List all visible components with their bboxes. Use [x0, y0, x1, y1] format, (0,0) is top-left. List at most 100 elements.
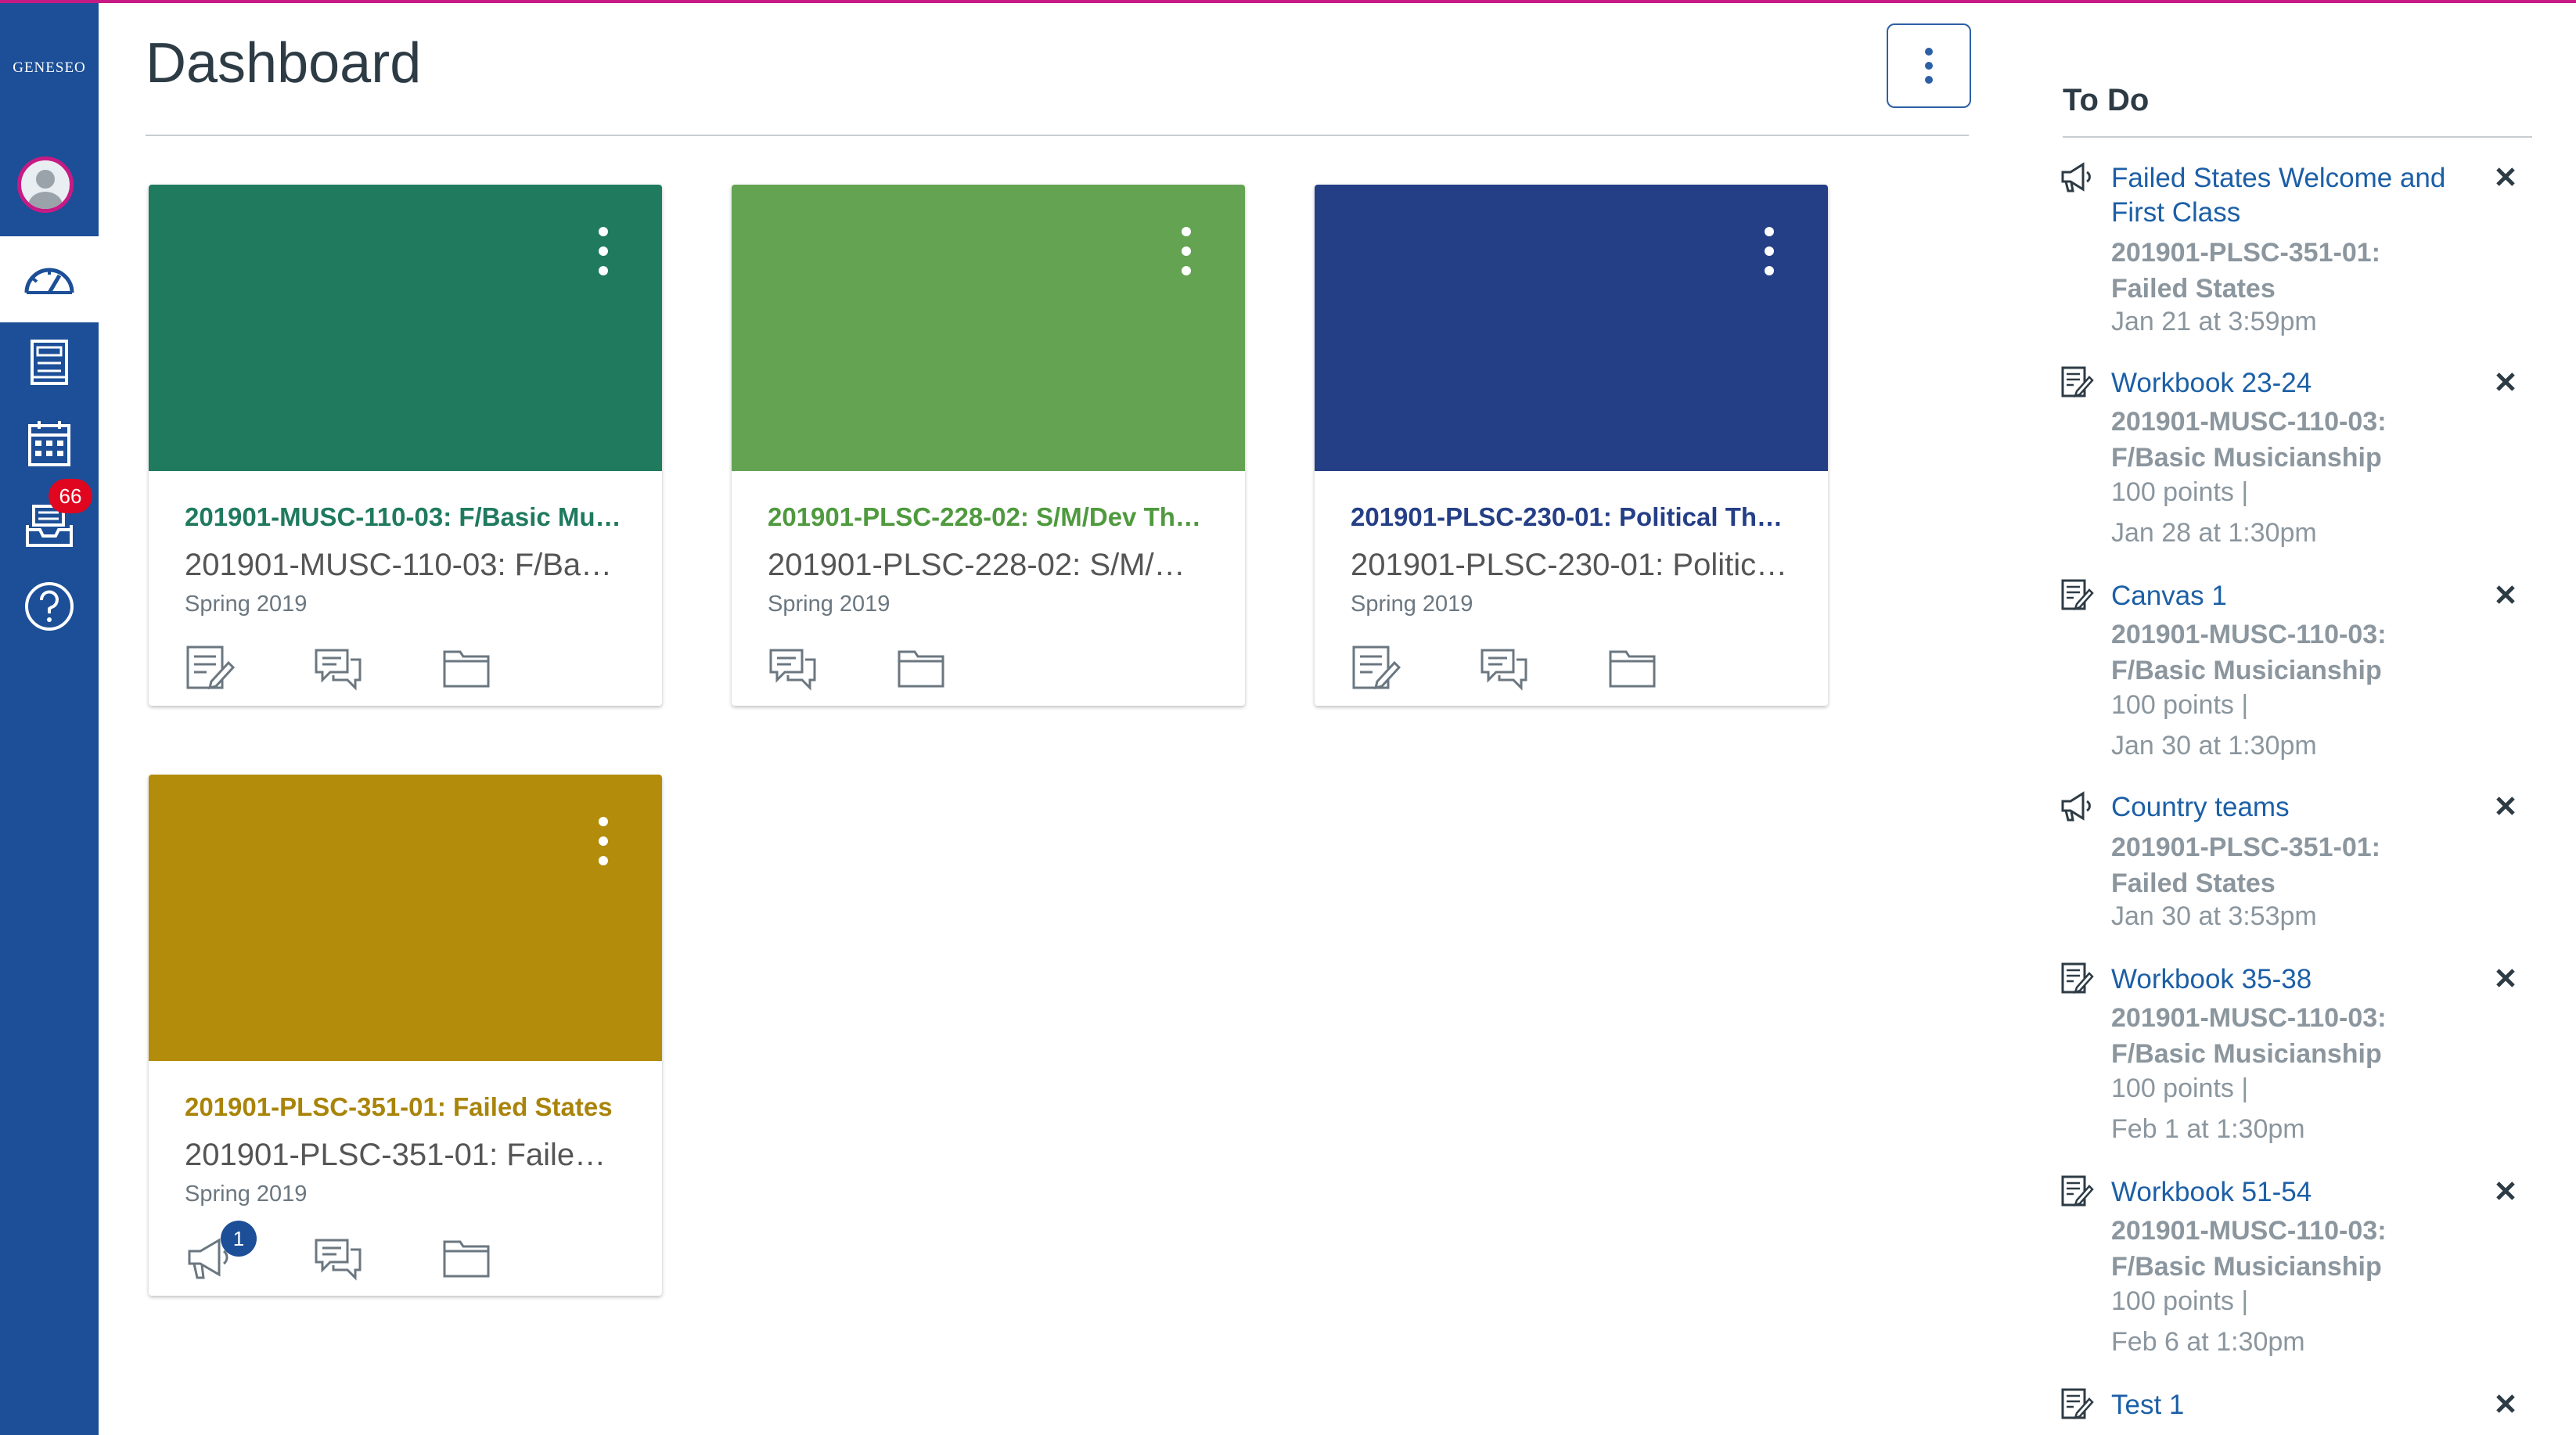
course-code-link[interactable]: 201901-PLSC-351-01: Failed States	[185, 1092, 623, 1122]
course-term: Spring 2019	[1351, 592, 1473, 617]
todo-item-course: 201901-PLSC-351-01: Failed States	[2111, 829, 2479, 901]
todo-course-line1: 201901-MUSC-110-03:	[2111, 620, 2387, 649]
todo-item-course: 201901-MUSC-110-03: F/Basic Musicianship	[2111, 617, 2479, 689]
todo-course-line1: 201901-MUSC-110-03:	[2111, 1216, 2387, 1246]
announcement-icon	[2061, 162, 2091, 192]
dismiss-close-icon[interactable]	[2488, 365, 2523, 399]
nav-dashboard[interactable]	[0, 236, 99, 322]
courses-book-icon	[31, 340, 68, 385]
course-name: 201901-PLSC-230-01: Political Theory	[1351, 548, 1789, 582]
files-link[interactable]	[437, 1228, 565, 1286]
course-code-link[interactable]: 201901-MUSC-110-03: F/Basic Musicianship	[185, 502, 623, 532]
assignments-link[interactable]	[1346, 638, 1474, 696]
todo-item-link[interactable]: Test 1	[2111, 1388, 2479, 1422]
discussions-link[interactable]	[763, 638, 891, 696]
course-card[interactable]: 201901-MUSC-110-03: F/Basic Musicianship…	[149, 185, 662, 706]
dashboard-gauge-icon	[24, 268, 74, 294]
nav-calendar[interactable]	[0, 401, 99, 487]
card-options-button[interactable]	[592, 224, 615, 279]
dismiss-close-icon[interactable]	[2488, 160, 2523, 194]
course-card-actions	[1346, 638, 1731, 696]
course-name: 201901-PLSC-351-01: Failed States	[185, 1138, 623, 1172]
todo-item-link[interactable]: Country teams	[2111, 790, 2479, 825]
todo-item-link[interactable]: Failed States Welcome and First Class	[2111, 161, 2479, 230]
todo-item-points: 100 points |	[2111, 690, 2249, 720]
card-options-button[interactable]	[1758, 224, 1781, 279]
dismiss-close-icon[interactable]	[2488, 577, 2523, 612]
assignment-icon	[2061, 962, 2094, 994]
folder-icon	[443, 650, 490, 688]
course-card-hero[interactable]	[149, 775, 662, 1061]
todo-item-course: 201901-PLSC-351-01: Failed States	[2111, 235, 2479, 307]
todo-item-link[interactable]: Workbook 23-24	[2111, 366, 2479, 401]
course-code-link[interactable]: 201901-PLSC-230-01: Political Theory	[1351, 502, 1789, 532]
more-vertical-icon	[1182, 227, 1191, 275]
course-card-actions	[180, 638, 565, 696]
todo-item-date: Jan 21 at 3:59pm	[2111, 307, 2317, 336]
help-question-icon	[25, 582, 74, 631]
card-options-button[interactable]	[1175, 224, 1198, 279]
course-card-hero[interactable]	[1315, 185, 1828, 471]
course-card[interactable]: 201901-PLSC-230-01: Political Theory 201…	[1315, 185, 1828, 706]
discussions-link[interactable]	[1474, 638, 1603, 696]
dismiss-close-icon[interactable]	[2488, 1174, 2523, 1208]
assignments-link[interactable]	[180, 638, 308, 696]
discussion-icon	[769, 649, 816, 691]
todo-item-link[interactable]: Canvas 1	[2111, 579, 2479, 613]
files-link[interactable]	[1603, 638, 1731, 696]
nav-courses[interactable]	[0, 319, 99, 405]
todo-item-date: Jan 28 at 1:30pm	[2111, 518, 2317, 548]
course-card[interactable]: 201901-PLSC-228-02: S/M/Dev Theory 20190…	[732, 185, 1245, 706]
user-avatar-icon	[28, 170, 63, 209]
announcements-link[interactable]: 1	[180, 1221, 308, 1286]
discussion-icon	[1480, 649, 1527, 691]
todo-heading: To Do	[2063, 83, 2150, 117]
course-card-actions: 1	[180, 1221, 565, 1286]
folder-icon	[443, 1240, 490, 1278]
more-vertical-icon	[1925, 48, 1933, 84]
global-navigation: GENESEO 66	[0, 3, 99, 1435]
todo-item-date: Feb 1 at 1:30pm	[2111, 1114, 2305, 1144]
assignment-icon	[2061, 366, 2094, 397]
assignment-icon	[2061, 1388, 2094, 1419]
todo-course-line1: 201901-PLSC-351-01:	[2111, 833, 2380, 862]
card-options-button[interactable]	[592, 814, 615, 869]
todo-item-course: 201901-MUSC-110-03: F/Basic Musicianship	[2111, 1213, 2479, 1285]
todo-course-line1: 201901-MUSC-110-03:	[2111, 407, 2387, 437]
course-term: Spring 2019	[185, 592, 308, 617]
nav-help[interactable]	[0, 563, 99, 649]
dismiss-close-icon[interactable]	[2488, 961, 2523, 995]
todo-item-course: 201901-MUSC-110-03: F/Basic Musicianship	[2111, 1000, 2479, 1072]
discussions-link[interactable]	[308, 638, 437, 696]
todo-item-link[interactable]: Workbook 51-54	[2111, 1175, 2479, 1210]
files-link[interactable]	[891, 638, 1020, 696]
course-name: 201901-PLSC-228-02: S/M/Dev Theory	[768, 548, 1206, 582]
more-vertical-icon	[599, 817, 608, 865]
course-term: Spring 2019	[768, 592, 890, 617]
dashboard-options-button[interactable]	[1887, 23, 1971, 108]
todo-item-date: Jan 30 at 1:30pm	[2111, 731, 2317, 761]
course-term: Spring 2019	[185, 1181, 308, 1207]
dismiss-close-icon[interactable]	[2488, 1386, 2523, 1421]
course-card-actions	[763, 638, 1020, 696]
top-accent-bar	[0, 0, 2576, 3]
folder-icon	[1609, 650, 1656, 688]
course-card[interactable]: 201901-PLSC-351-01: Failed States 201901…	[149, 775, 662, 1296]
course-card-hero[interactable]	[149, 185, 662, 471]
files-link[interactable]	[437, 638, 565, 696]
todo-item-points: 100 points |	[2111, 477, 2249, 507]
todo-item-link[interactable]: Workbook 35-38	[2111, 962, 2479, 997]
discussion-icon	[315, 649, 362, 691]
course-name: 201901-MUSC-110-03: F/Basic Musicianship	[185, 548, 623, 582]
course-card-hero[interactable]	[732, 185, 1245, 471]
discussions-link[interactable]	[308, 1228, 437, 1286]
todo-divider	[2063, 136, 2532, 138]
institution-logo[interactable]: GENESEO	[0, 59, 99, 77]
account-avatar[interactable]	[17, 156, 74, 213]
dismiss-close-icon[interactable]	[2488, 789, 2523, 823]
assignment-icon	[1352, 646, 1401, 690]
course-code-link[interactable]: 201901-PLSC-228-02: S/M/Dev Theory	[768, 502, 1206, 532]
todo-course-line2: Failed States	[2111, 274, 2276, 304]
todo-title-line1: Failed States Welcome and	[2111, 163, 2446, 193]
announcement-icon	[2061, 791, 2091, 822]
